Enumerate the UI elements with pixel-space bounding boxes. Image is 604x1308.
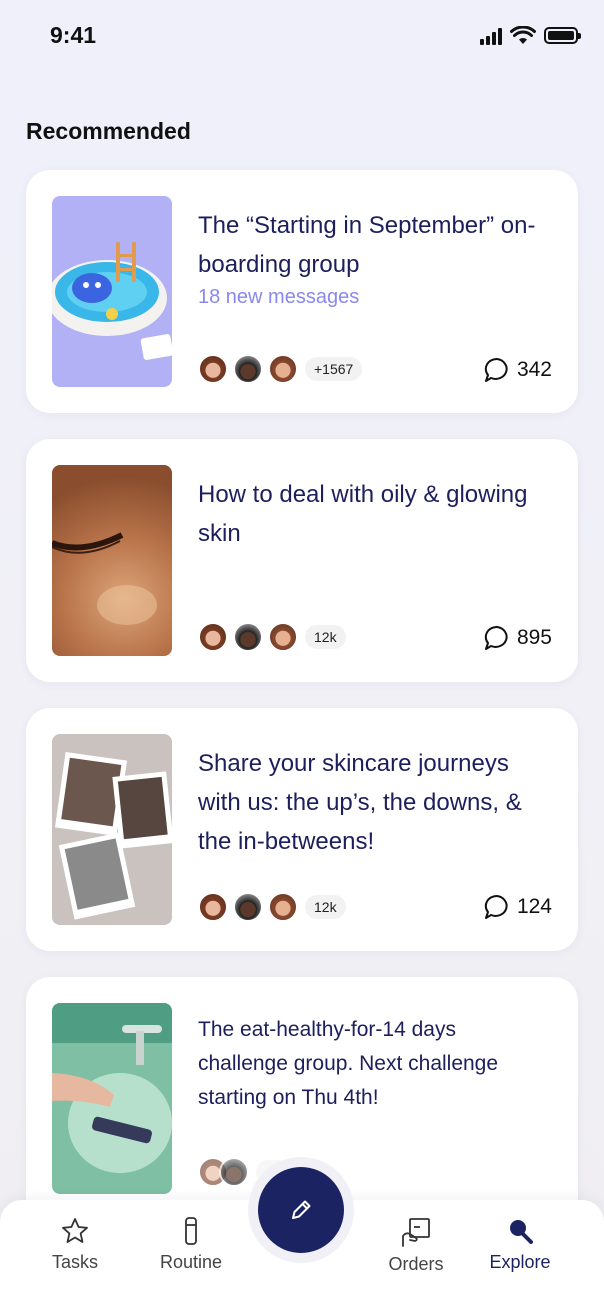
section-title: Recommended — [26, 118, 191, 144]
card-title: Share your skincare journeys with us: th… — [198, 750, 522, 855]
group-thumbnail — [52, 1003, 172, 1194]
member-count: 12k — [305, 895, 346, 919]
nav-tasks-label: Tasks — [51, 1252, 98, 1272]
group-card[interactable]: How to deal with oily & glowing skin 12k… — [26, 439, 578, 682]
status-icons — [480, 26, 581, 45]
comment-count-label: 124 — [516, 895, 552, 918]
member-avatars: 12k — [198, 892, 346, 922]
avatar — [198, 622, 228, 652]
search-icon — [510, 1220, 533, 1244]
status-bar: 9:41 — [0, 0, 604, 76]
avatar — [233, 354, 263, 384]
group-thumbnail — [52, 734, 172, 925]
group-card[interactable]: Share your skincare journeys with us: th… — [26, 708, 578, 951]
bottle-icon — [185, 1217, 197, 1245]
nav-explore-label: Explore — [489, 1252, 551, 1272]
compose-button[interactable] — [258, 1167, 344, 1253]
wifi-icon — [510, 26, 536, 44]
avatar — [233, 892, 263, 922]
pencil-icon — [292, 1200, 311, 1219]
group-thumbnail — [52, 196, 172, 387]
avatar — [198, 354, 228, 384]
star-icon — [62, 1218, 88, 1243]
comment-icon — [484, 894, 508, 919]
group-card[interactable]: The “Starting in September” on-boarding … — [26, 170, 578, 413]
comment-icon — [484, 357, 508, 382]
avatar — [219, 1157, 249, 1187]
new-messages[interactable]: 18 new messages — [198, 286, 359, 309]
comment-count[interactable]: 124 — [483, 893, 552, 921]
package-icon — [402, 1218, 430, 1247]
comment-count-label: 895 — [516, 626, 552, 649]
nav-tasks[interactable]: Tasks — [25, 1216, 125, 1273]
card-title: The “Starting in September” on-boarding … — [198, 212, 536, 278]
group-thumbnail — [52, 465, 172, 656]
card-title: The eat-healthy-for-14 days challenge gr… — [198, 1018, 499, 1109]
signal-icon — [480, 27, 502, 45]
avatar — [198, 892, 228, 922]
comment-count[interactable]: 342 — [483, 356, 552, 384]
comment-count[interactable]: 895 — [483, 624, 552, 652]
avatar — [268, 354, 298, 384]
comment-icon — [484, 625, 508, 650]
nav-routine[interactable]: Routine — [141, 1216, 241, 1273]
nav-explore[interactable]: Explore — [470, 1216, 570, 1273]
member-count: +1567 — [305, 357, 363, 381]
nav-orders[interactable]: Orders — [366, 1216, 466, 1275]
nav-routine-label: Routine — [159, 1252, 223, 1272]
comment-count-label: 342 — [516, 358, 552, 381]
card-title: How to deal with oily & glowing skin — [198, 481, 528, 547]
avatar — [268, 622, 298, 652]
member-avatars: 12k — [198, 622, 346, 652]
avatar — [233, 622, 263, 652]
status-time: 9:41 — [50, 22, 97, 48]
nav-orders-label: Orders — [388, 1254, 444, 1274]
member-avatars: +1567 — [198, 354, 363, 384]
battery-icon — [544, 27, 581, 44]
avatar — [268, 892, 298, 922]
member-count: 12k — [305, 625, 346, 649]
